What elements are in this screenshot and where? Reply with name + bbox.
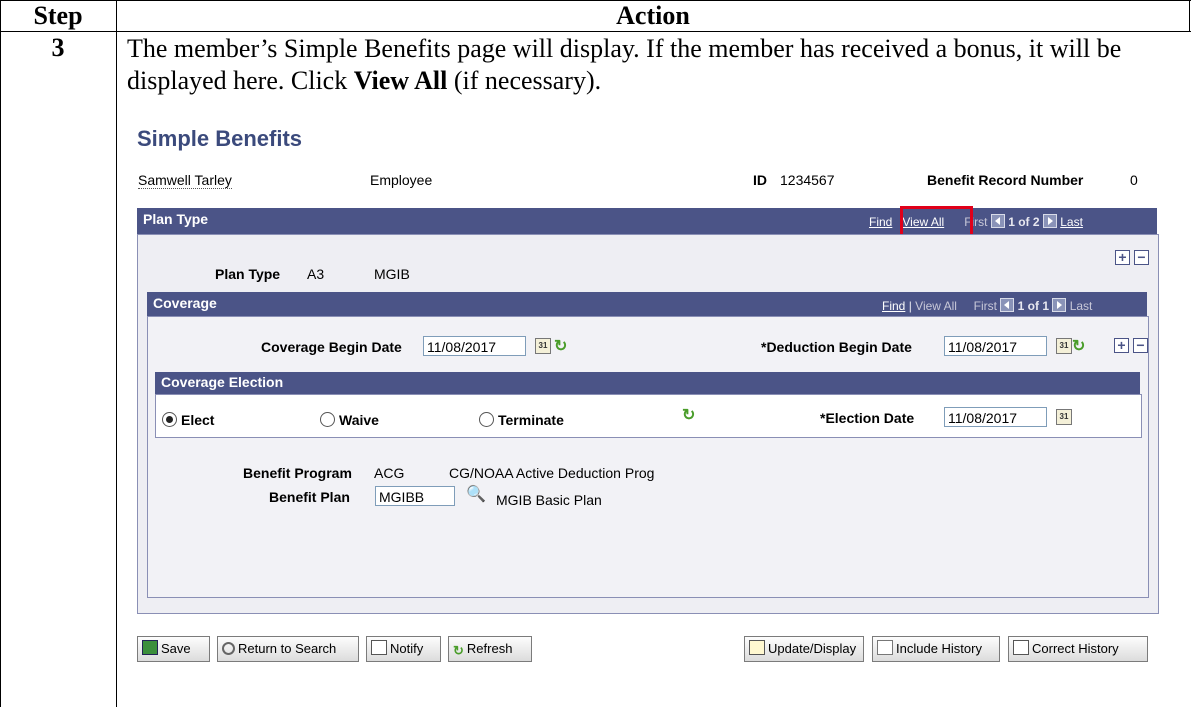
table-column-divider [116,0,117,707]
id-label: ID [753,172,767,188]
benefit-program-desc: CG/NOAA Active Deduction Prog [449,465,655,481]
return-search-icon [222,642,235,655]
refresh-icon: ↻ [453,643,464,658]
instruction-text: The member’s Simple Benefits page will d… [127,34,1122,95]
employee-type: Employee [370,172,433,188]
benefit-plan-label: Benefit Plan [269,489,350,505]
benefit-program-code: ACG [374,465,405,481]
simple-benefits-screen: Simple Benefits Samwell Tarley Employee … [127,120,1167,690]
instruction-bold: View All [353,66,448,95]
update-display-icon [749,640,765,655]
include-history-button[interactable]: Include History [872,636,1000,662]
instruction-text-end: (if necessary). [447,66,602,95]
coverage-bar: Coverage Find | View All First 1 of 1 La… [147,292,1147,316]
deduction-begin-date-input[interactable]: 11/08/2017 [944,336,1047,356]
election-date-label: *Election Date [820,410,915,426]
add-plan-type-button[interactable]: + [1115,250,1130,265]
coverage-row-count: 1 of 1 [1017,299,1049,313]
coverage-first-label: First [973,299,997,313]
update-display-label: Update/Display [768,641,857,656]
coverage-last-label: Last [1069,299,1093,313]
delete-coverage-button[interactable]: − [1133,338,1148,353]
deduction-begin-calendar-icon[interactable]: 31 [1056,338,1072,354]
benefit-program-label: Benefit Program [243,465,352,481]
step-header: Step [33,1,83,30]
deduction-begin-refresh-icon[interactable]: ↻ [1072,336,1085,356]
table-border-right [1189,0,1190,32]
notify-icon [371,640,387,655]
save-button[interactable]: Save [137,636,210,662]
election-refresh-icon[interactable]: ↻ [682,405,695,425]
table-header-rule [0,31,1191,32]
coverage-panel [147,316,1149,598]
step-instruction: The member’s Simple Benefits page will d… [127,33,1177,97]
notify-button[interactable]: Notify [366,636,441,662]
coverage-nav-separator: | [908,299,912,313]
search-icon[interactable]: 🔍 [466,484,486,504]
update-display-button[interactable]: Update/Display [744,636,864,662]
plan-type-bar: Plan Type Find View All First 1 of 2 Las… [137,208,1157,234]
coverage-bar-label: Coverage [153,295,217,311]
save-icon [142,640,158,655]
benefit-record-number-value: 0 [1130,172,1138,188]
benefit-record-number-label: Benefit Record Number [927,172,1084,188]
save-button-label: Save [161,641,191,656]
refresh-label: Refresh [466,641,513,656]
election-date-calendar-icon[interactable]: 31 [1056,409,1072,425]
view-all-highlight [900,206,973,237]
add-coverage-button[interactable]: + [1114,338,1129,353]
correct-history-label: Correct History [1032,641,1119,656]
include-history-label: Include History [896,641,982,656]
notify-label: Notify [390,641,424,656]
row-count: 1 of 2 [1008,215,1040,229]
plan-type-label: Plan Type [215,266,281,282]
terminate-label: Terminate [498,412,564,428]
correct-history-icon [1013,640,1029,655]
return-to-search-label: Return to Search [238,641,337,656]
benefit-plan-desc: MGIB Basic Plan [496,492,602,508]
last-link[interactable]: Last [1060,215,1083,229]
delete-plan-type-button[interactable]: − [1134,250,1149,265]
coverage-begin-refresh-icon[interactable]: ↻ [554,336,567,356]
plan-type-bar-label: Plan Type [143,211,209,227]
table-border-left [0,0,1,707]
action-header: Action [616,1,690,30]
coverage-begin-date-label: Coverage Begin Date [261,339,402,355]
election-date-input[interactable]: 11/08/2017 [944,407,1047,427]
waive-label: Waive [339,412,379,428]
coverage-begin-calendar-icon[interactable]: 31 [535,338,551,354]
correct-history-button[interactable]: Correct History [1008,636,1148,662]
coverage-election-label: Coverage Election [161,374,284,390]
employee-name: Samwell Tarley [138,172,232,189]
page-title: Simple Benefits [137,126,303,151]
coverage-nav: Find | View All First 1 of 1 Last [882,298,1092,313]
coverage-previous-arrow-icon [1000,298,1015,312]
coverage-begin-date-input[interactable]: 11/08/2017 [423,336,526,356]
benefit-plan-input[interactable]: MGIBB [375,486,455,506]
next-arrow-icon[interactable] [1042,214,1057,228]
coverage-view-all: View All [915,299,957,313]
plan-type-desc: MGIB [374,266,410,282]
previous-arrow-icon[interactable] [990,214,1005,228]
deduction-begin-date-label: *Deduction Begin Date [761,339,912,355]
step-number: 3 [51,33,65,62]
refresh-button[interactable]: ↻ Refresh [448,636,532,662]
return-to-search-button[interactable]: Return to Search [217,636,359,662]
terminate-radio[interactable] [479,412,494,427]
waive-radio[interactable] [320,412,335,427]
coverage-next-arrow-icon [1052,298,1067,312]
include-history-icon [877,640,893,655]
elect-radio[interactable] [162,412,177,427]
elect-label: Elect [181,412,215,428]
find-link[interactable]: Find [869,215,892,229]
coverage-find-link[interactable]: Find [882,299,905,313]
id-value: 1234567 [780,172,835,188]
coverage-election-bar: Coverage Election [155,372,1140,394]
plan-type-code: A3 [307,266,325,282]
